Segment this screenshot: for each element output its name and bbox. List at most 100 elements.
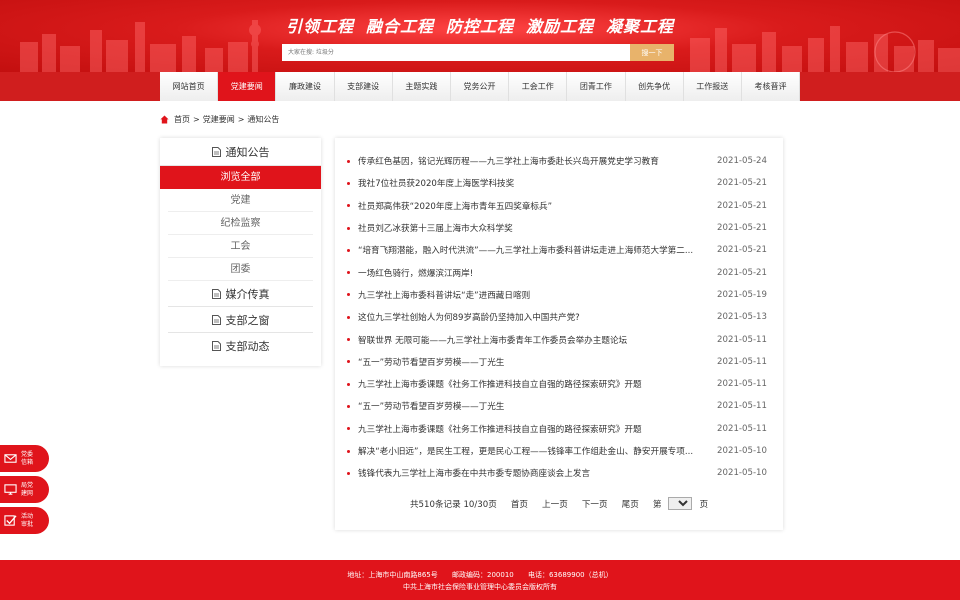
news-item[interactable]: 智联世界 无限可能——九三学社上海市委青年工作委员会举办主题论坛 2021-05-… (347, 328, 767, 350)
nav-item-work-reports[interactable]: 工作报送 (683, 72, 742, 101)
nav-item-integrity[interactable]: 廉政建设 (276, 72, 335, 101)
news-list: 传承红色基因，铭记光辉历程——九三学社上海市委赴长兴岛开展党史学习教育 2021-… (347, 150, 767, 484)
sidebar-heading-notices[interactable]: 通知公告 (160, 138, 321, 166)
sidebar-group-branch-news[interactable]: 支部动态 (168, 333, 313, 359)
news-title[interactable]: “培育飞翔潜能，融入时代洪流”——九三学社上海市委科普讲坛走进上海师范大学第二.… (358, 244, 715, 256)
bullet-icon (347, 315, 350, 319)
news-date: 2021-05-21 (717, 178, 767, 189)
news-item[interactable]: 九三学社上海市委课题《社务工作推进科技自立自强的路径探索研究》开题 2021-05… (347, 418, 767, 440)
slogan-3: 防控工程 (445, 17, 514, 36)
float-tab-label: 活动审批 (21, 512, 34, 528)
news-item[interactable]: 这位九三学社创始人为何89岁高龄仍坚持加入中国共产党? 2021-05-13 (347, 306, 767, 328)
news-title[interactable]: 九三学社上海市委科普讲坛“走”进西藏日喀则 (358, 289, 715, 301)
news-date: 2021-05-19 (717, 289, 767, 300)
news-title[interactable]: 我社7位社员获2020年度上海医学科技奖 (358, 177, 715, 189)
nav-item-youth-work[interactable]: 团青工作 (567, 72, 626, 101)
goto-suffix: 页 (699, 499, 709, 510)
nav-item-branch-building[interactable]: 支部建设 (334, 72, 393, 101)
footer: 地址：上海市中山南路865号 邮政编码：200010 电话：63689900（总… (0, 560, 960, 600)
nav-item-theme-practice[interactable]: 主题实践 (392, 72, 451, 101)
search-input[interactable] (282, 44, 630, 61)
sidebar-group-label: 支部之窗 (225, 313, 270, 327)
nav-item-excellence[interactable]: 创先争优 (625, 72, 684, 101)
news-title[interactable]: “五一”劳动节看望百岁劳模——丁光生 (358, 356, 715, 368)
float-tab-mailbox[interactable]: 党委信箱 (0, 445, 49, 472)
news-date: 2021-05-13 (717, 312, 767, 323)
sidebar-heading-label: 通知公告 (225, 145, 270, 159)
sidebar-group-media[interactable]: 媒介传真 (168, 281, 313, 307)
footer-copyright: 中共上海市社会保险事业管理中心委员会版权所有 (403, 583, 557, 591)
bullet-icon (347, 360, 350, 364)
banner-slogans: 引领工程 融合工程 防控工程 激励工程 凝聚工程 (270, 13, 690, 37)
slogan-1: 引领工程 (285, 17, 354, 36)
header-banner: 引领工程融合工程防控工程激励工程凝聚工程 搜一下 (0, 0, 960, 72)
breadcrumb-level1[interactable]: 党建要闻 (203, 114, 235, 125)
nav-item-party-affairs[interactable]: 党务公开 (450, 72, 510, 101)
last-page-link[interactable]: 尾页 (622, 498, 639, 510)
sidebar-item-discipline[interactable]: 纪检监察 (168, 212, 313, 235)
news-date: 2021-05-11 (717, 401, 767, 412)
nav-item-union-work[interactable]: 工会工作 (509, 72, 568, 101)
news-date: 2021-05-21 (717, 223, 767, 234)
breadcrumb-home[interactable]: 首页 (174, 114, 190, 125)
news-title[interactable]: 九三学社上海市委课题《社务工作推进科技自立自强的路径探索研究》开题 (358, 423, 715, 435)
home-icon (160, 115, 169, 124)
news-item[interactable]: 一场红色骑行，燃爆滨江两岸! 2021-05-21 (347, 261, 767, 283)
news-item[interactable]: “培育飞翔潜能，融入时代洪流”——九三学社上海市委科普讲坛走进上海师范大学第二.… (347, 239, 767, 261)
news-item[interactable]: 九三学社上海市委科普讲坛“走”进西藏日喀则 2021-05-19 (347, 284, 767, 306)
float-tab-label: 局党建网 (21, 481, 34, 497)
float-tab-party-site[interactable]: 局党建网 (0, 476, 49, 503)
nav-item-assessment[interactable]: 考核晋评 (741, 72, 801, 101)
news-item[interactable]: 解决“老小旧远”，是民生工程，更是民心工程——钱锋率工作组赴金山、静安开展专项.… (347, 440, 767, 462)
news-title[interactable]: 社员刘乙冰获第十三届上海市大众科学奖 (358, 222, 715, 234)
prev-page-link[interactable]: 上一页 (542, 498, 568, 510)
main-nav: 网站首页 党建要闻 廉政建设 支部建设 主题实践 党务公开 工会工作 团青工作 … (160, 72, 801, 101)
next-page-link[interactable]: 下一页 (582, 498, 608, 510)
news-date: 2021-05-11 (717, 423, 767, 434)
sidebar-item-party[interactable]: 党建 (168, 189, 313, 212)
news-title[interactable]: 钱锋代表九三学社上海市委在中共市委专题协商座谈会上发言 (358, 467, 715, 479)
sidebar-item-union[interactable]: 工会 (168, 235, 313, 258)
news-item[interactable]: 钱锋代表九三学社上海市委在中共市委专题协商座谈会上发言 2021-05-10 (347, 462, 767, 484)
pagination: 共510条记录 10/30页 首页 上一页 下一页 尾页 第 10 页 (335, 497, 783, 510)
page-select[interactable]: 10 (668, 497, 693, 510)
sidebar-group-label: 媒介传真 (225, 287, 270, 301)
news-title[interactable]: 这位九三学社创始人为何89岁高龄仍坚持加入中国共产党? (358, 311, 715, 323)
bullet-icon (347, 427, 350, 431)
news-title[interactable]: 智联世界 无限可能——九三学社上海市委青年工作委员会举办主题论坛 (358, 334, 715, 346)
news-item[interactable]: 九三学社上海市委课题《社务工作推进科技自立自强的路径探索研究》开题 2021-05… (347, 373, 767, 395)
nav-item-home[interactable]: 网站首页 (160, 72, 219, 101)
news-item[interactable]: 社员郑高伟获“2020年度上海市青年五四奖章标兵” 2021-05-21 (347, 195, 767, 217)
sidebar-group-branch-window[interactable]: 支部之窗 (168, 307, 313, 333)
news-item[interactable]: “五一”劳动节看望百岁劳模——丁光生 2021-05-11 (347, 395, 767, 417)
nav-item-party-news[interactable]: 党建要闻 (218, 72, 277, 101)
bullet-icon (347, 382, 350, 386)
sidebar-item-browse-all[interactable]: 浏览全部 (160, 166, 321, 189)
breadcrumb-current: 通知公告 (247, 115, 280, 124)
document-icon (211, 341, 221, 351)
news-title[interactable]: 九三学社上海市委课题《社务工作推进科技自立自强的路径探索研究》开题 (358, 378, 715, 390)
float-tab-approval[interactable]: 活动审批 (0, 507, 49, 534)
footer-phone: 电话：63689900（总机） (527, 571, 613, 579)
news-title[interactable]: 一场红色骑行，燃爆滨江两岸! (358, 267, 715, 279)
search-button[interactable]: 搜一下 (630, 44, 674, 61)
footer-contact: 地址：上海市中山南路865号 邮政编码：200010 电话：63689900（总… (0, 570, 960, 580)
first-page-link[interactable]: 首页 (511, 498, 528, 510)
news-title[interactable]: 解决“老小旧远”，是民生工程，更是民心工程——钱锋率工作组赴金山、静安开展专项.… (358, 445, 715, 457)
news-title[interactable]: 传承红色基因，铭记光辉历程——九三学社上海市委赴长兴岛开展党史学习教育 (358, 155, 715, 167)
footer-postcode: 邮政编码：200010 (452, 571, 514, 579)
news-title[interactable]: 社员郑高伟获“2020年度上海市青年五四奖章标兵” (358, 200, 715, 212)
news-item[interactable]: 社员刘乙冰获第十三届上海市大众科学奖 2021-05-21 (347, 217, 767, 239)
slogan-2: 融合工程 (365, 17, 434, 36)
news-date: 2021-05-24 (717, 156, 767, 167)
document-icon (211, 146, 221, 157)
footer-address: 地址：上海市中山南路865号 (347, 571, 438, 579)
breadcrumb-separator: > (237, 115, 245, 124)
news-item[interactable]: 我社7位社员获2020年度上海医学科技奖 2021-05-21 (347, 172, 767, 194)
news-title[interactable]: “五一”劳动节看望百岁劳模——丁光生 (358, 400, 715, 412)
news-date: 2021-05-11 (717, 334, 767, 345)
news-item[interactable]: “五一”劳动节看望百岁劳模——丁光生 2021-05-11 (347, 351, 767, 373)
news-item[interactable]: 传承红色基因，铭记光辉历程——九三学社上海市委赴长兴岛开展党史学习教育 2021-… (347, 150, 767, 172)
sidebar-item-youth-league[interactable]: 团委 (168, 258, 313, 281)
news-date: 2021-05-10 (717, 446, 767, 456)
